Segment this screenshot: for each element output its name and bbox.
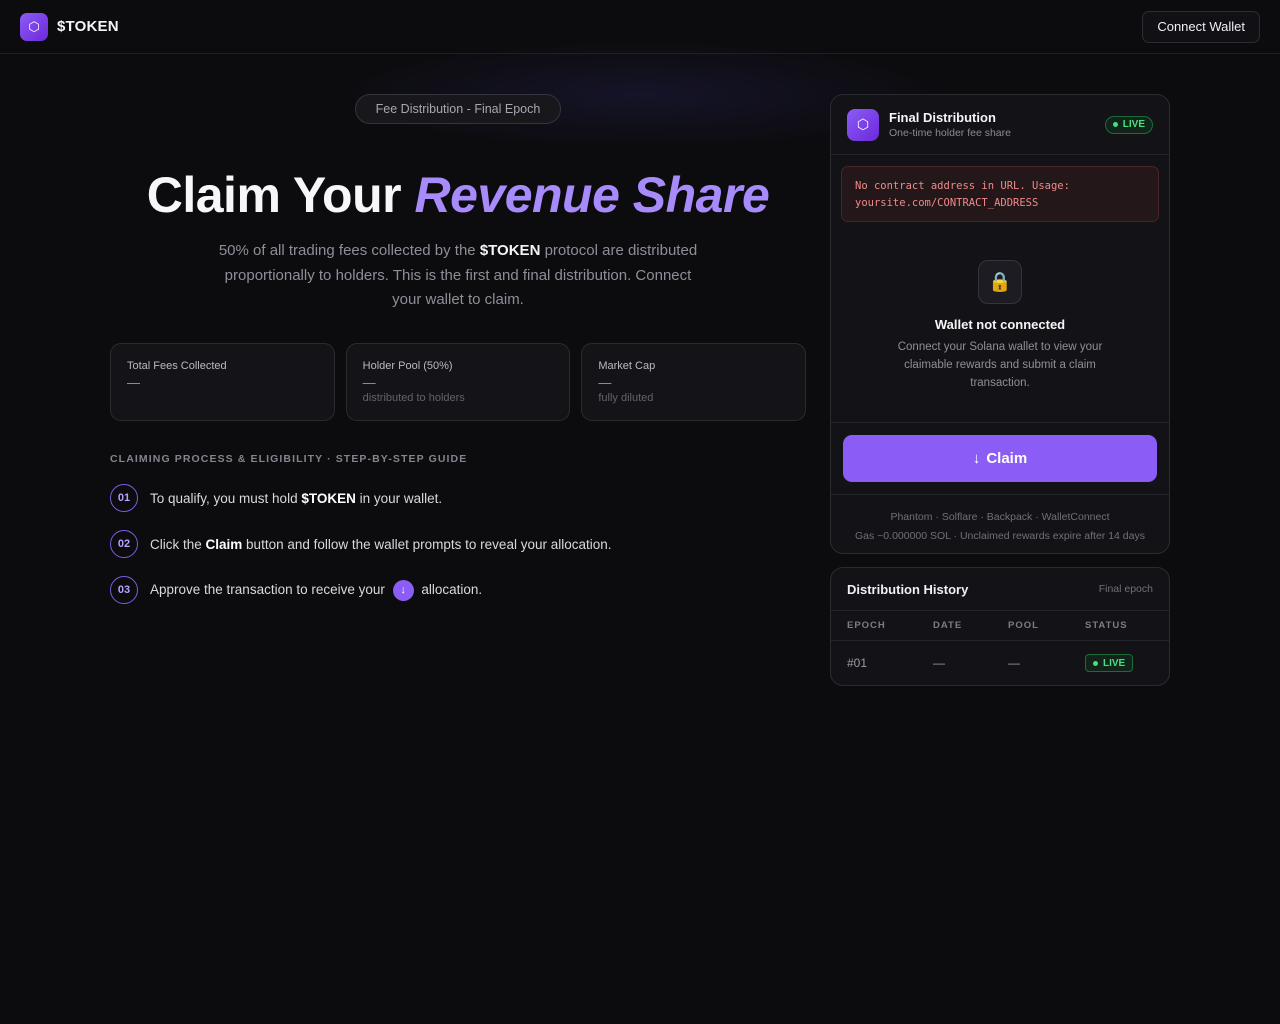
- stat-label: Market Cap: [598, 360, 656, 372]
- step-text-bold: Claim: [205, 536, 243, 552]
- step-text: Click the Claim button and follow the wa…: [150, 537, 612, 552]
- error-line: No contract address in URL. Usage:: [855, 180, 1070, 192]
- live-label: LIVE: [1122, 119, 1145, 130]
- history-title: Distribution History: [847, 581, 969, 597]
- step-text-before: Click the: [150, 536, 206, 552]
- title-accent: Revenue Share: [414, 167, 770, 223]
- brand-name: $TOKEN: [57, 18, 119, 35]
- stat-label: Holder Pool (50%): [362, 360, 453, 372]
- stat-value: —: [127, 375, 140, 390]
- table-row: #01 — — LIVE: [831, 641, 1169, 685]
- epoch-badge: Fee Distribution - Final Epoch: [355, 94, 561, 124]
- guide-title: CLAIMING PROCESS & ELIGIBILITY · STEP-BY…: [110, 453, 468, 465]
- guide-step-2: 02 Click the Claim button and follow the…: [110, 530, 612, 558]
- stat-value: —: [598, 375, 612, 390]
- claim-card-heading: Final Distribution One-time holder fee s…: [889, 110, 1011, 139]
- step-text-bold: $TOKEN: [301, 490, 356, 506]
- page-subtitle: 50% of all trading fees collected by the…: [210, 239, 706, 313]
- column-header: DATE: [933, 620, 963, 631]
- step-text-after: allocation.: [417, 581, 483, 597]
- step-number: 02: [110, 530, 138, 558]
- step-text-before: Approve the transaction to receive your: [150, 581, 389, 597]
- pool-cell: —: [1008, 656, 1020, 670]
- step-number: 01: [110, 484, 138, 512]
- hexagon-logo-icon: ⬡: [847, 108, 879, 141]
- status-label: LIVE: [1103, 657, 1126, 669]
- arrow-down-icon: ↓: [392, 579, 414, 601]
- page-title: Claim Your Revenue Share: [110, 166, 806, 224]
- hexagon-logo-icon: ⬡: [20, 12, 48, 41]
- step-number: 03: [110, 576, 138, 604]
- stat-card-total-fees: Total Fees Collected —: [110, 343, 335, 421]
- step-text: Approve the transaction to receive your …: [150, 579, 483, 601]
- stat-note: fully diluted: [598, 392, 654, 404]
- claim-button[interactable]: ↓ Claim: [843, 435, 1157, 482]
- claim-card-footer: Phantom · Solflare · Backpack · WalletCo…: [831, 494, 1169, 553]
- arrow-down-icon: ↓: [972, 450, 981, 467]
- stats-row: Total Fees Collected — Holder Pool (50%)…: [110, 343, 807, 421]
- step-text: To qualify, you must hold $TOKEN in your…: [150, 491, 442, 506]
- distribution-history-card: Distribution History Final epoch EPOCH D…: [830, 567, 1170, 686]
- wallet-status-title: Wallet not connected: [934, 317, 1066, 332]
- claim-card-title: Final Distribution: [889, 110, 996, 125]
- brand[interactable]: ⬡ $TOKEN: [20, 12, 119, 41]
- lock-icon: 🔒: [978, 260, 1022, 304]
- history-header: Distribution History Final epoch: [831, 568, 1169, 611]
- claim-card-subtitle: One-time holder fee share: [889, 127, 1011, 139]
- epoch-cell: #01: [847, 656, 868, 670]
- status-badge: LIVE: [1085, 654, 1134, 672]
- history-note: Final epoch: [1098, 583, 1153, 595]
- wallet-status-text: Connect your Solana wallet to view your …: [897, 341, 1103, 389]
- error-line: yoursite.com/CONTRACT_ADDRESS: [855, 197, 1039, 209]
- gas-note: Gas ~0.000000 SOL · Unclaimed rewards ex…: [855, 530, 1145, 542]
- step-text-before: To qualify, you must hold: [150, 490, 302, 506]
- column-header: STATUS: [1085, 620, 1128, 631]
- column-header: POOL: [1008, 620, 1039, 631]
- live-status-badge: LIVE: [1104, 115, 1153, 134]
- stat-card-market-cap: Market Cap — fully diluted: [581, 343, 807, 421]
- claim-card: ⬡ Final Distribution One-time holder fee…: [830, 94, 1170, 554]
- history-table-header: EPOCH DATE POOL STATUS: [831, 611, 1169, 641]
- claim-card-header: ⬡ Final Distribution One-time holder fee…: [831, 95, 1169, 155]
- claim-action-area: ↓ Claim: [831, 422, 1169, 494]
- status-dot-icon: [1093, 660, 1098, 666]
- date-cell: —: [933, 656, 945, 670]
- stat-note: distributed to holders: [362, 392, 465, 404]
- claim-button-label: Claim: [986, 450, 1028, 467]
- guide-step-1: 01 To qualify, you must hold $TOKEN in y…: [110, 484, 442, 512]
- stat-value: —: [362, 375, 376, 390]
- step-text-after: in your wallet.: [355, 490, 443, 506]
- top-nav: ⬡ $TOKEN Connect Wallet: [0, 0, 1280, 54]
- subtitle-token: $TOKEN: [479, 242, 541, 259]
- subtitle-before: 50% of all trading fees collected by the: [218, 242, 480, 259]
- status-dot-icon: [1112, 122, 1118, 127]
- stat-card-holder-pool: Holder Pool (50%) — distributed to holde…: [345, 343, 571, 421]
- supported-wallets: Phantom · Solflare · Backpack · WalletCo…: [890, 511, 1110, 523]
- stat-label: Total Fees Collected: [127, 360, 227, 372]
- guide-step-3: 03 Approve the transaction to receive yo…: [110, 576, 482, 604]
- step-text-after: button and follow the wallet prompts to …: [242, 536, 612, 552]
- column-header: EPOCH: [847, 620, 886, 631]
- connect-wallet-button[interactable]: Connect Wallet: [1142, 10, 1260, 43]
- title-plain: Claim Your: [146, 167, 415, 223]
- error-message: No contract address in URL. Usage: yours…: [841, 166, 1159, 222]
